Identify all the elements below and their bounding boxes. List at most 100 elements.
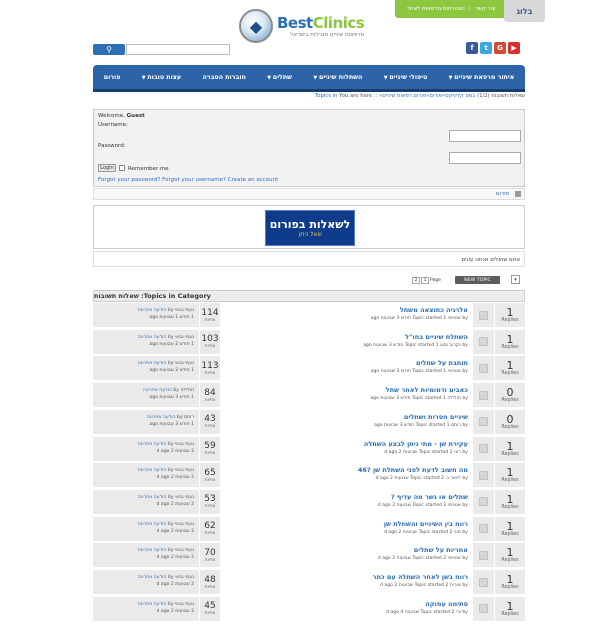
nav-item[interactable]: עצות טובות ▼ bbox=[142, 74, 181, 81]
last-post-author[interactable]: נעמי גבאי bbox=[175, 575, 194, 580]
topic-author[interactable]: אנונימי bbox=[448, 556, 461, 561]
replies-label: Replies bbox=[501, 344, 519, 350]
create-account-link[interactable]: Create an account bbox=[228, 177, 279, 183]
last-post-link[interactable]: הודעה אחרונה bbox=[138, 602, 167, 607]
topic-author[interactable]: נקרוב נסע bbox=[440, 343, 461, 348]
forums-link[interactable]: פורום bbox=[496, 191, 509, 197]
topic-status-cell bbox=[472, 570, 494, 594]
topic-meta: by אנונימי Topic started 1 חודש 3 שבועות… bbox=[370, 369, 468, 375]
last-post-link[interactable]: הודעה אחרונה bbox=[138, 548, 167, 553]
views-label: צפיות bbox=[204, 370, 216, 376]
facebook-icon[interactable]: f bbox=[466, 42, 478, 54]
topic-author[interactable]: אנונימי bbox=[448, 316, 461, 321]
topic-author[interactable]: רוני bbox=[454, 450, 461, 455]
views-cell: 53 צפיות bbox=[199, 489, 220, 514]
nav-item[interactable]: השתלות שיניים ▼ bbox=[313, 74, 362, 81]
topic-title-link[interactable]: שתלים או גשר מה עדיף ? bbox=[224, 493, 468, 502]
search-input[interactable] bbox=[126, 44, 230, 55]
last-post-author[interactable]: רותם bbox=[184, 415, 194, 420]
topic-title-link[interactable]: אחריות על שתלים bbox=[224, 546, 468, 555]
last-post-link[interactable]: הודעה אחרונה bbox=[138, 442, 167, 447]
last-post-author[interactable]: נעמי גבאי bbox=[175, 548, 194, 553]
nav-item[interactable]: פורום bbox=[104, 74, 121, 81]
last-post-link[interactable]: הודעה אחרונה bbox=[138, 468, 167, 473]
topic-cell: רווח בין השיניים והשתלת שן by מור Topic s… bbox=[220, 516, 472, 541]
nav-item-label: עצות טובות bbox=[147, 73, 182, 81]
nav-item[interactable]: איתור מרפאת שיניים ▼ bbox=[449, 74, 515, 81]
topic-title-link[interactable]: סתימה עמוקה bbox=[224, 600, 468, 609]
password-input[interactable] bbox=[449, 152, 521, 164]
nav-item[interactable]: טיפולי שיניים ▼ bbox=[384, 74, 427, 81]
last-post-author[interactable]: נעמי גבאי bbox=[175, 495, 194, 500]
last-post-author[interactable]: נעמי גבאי bbox=[175, 468, 194, 473]
topic-author[interactable]: צ'י bbox=[456, 610, 461, 615]
last-post-author[interactable]: נעמי גבאי bbox=[175, 361, 194, 366]
google-icon[interactable]: G bbox=[494, 42, 506, 54]
page-2-link[interactable]: 2 bbox=[412, 277, 420, 284]
topic-author[interactable]: ליאור נ. bbox=[446, 476, 461, 481]
contact-link[interactable]: צור קשר bbox=[475, 6, 496, 12]
topic-title-link[interactable]: תותבת על שתלים bbox=[224, 359, 468, 368]
remember-checkbox[interactable] bbox=[119, 165, 125, 171]
last-post-link[interactable]: הודעה אחרונה bbox=[138, 495, 167, 500]
logo-name: BestClinics bbox=[277, 14, 365, 32]
topic-author[interactable]: אנונימי bbox=[448, 503, 461, 508]
topic-status-cell bbox=[472, 463, 494, 488]
topic-author[interactable]: מור bbox=[454, 530, 461, 535]
forgot-password-link[interactable]: Forgot your password? bbox=[98, 177, 160, 183]
username-label: Username: bbox=[98, 122, 128, 128]
topic-title-link[interactable]: רווח בשן לאחר השתלה עם כתר bbox=[224, 573, 468, 582]
views-label: צפיות bbox=[204, 557, 216, 563]
join-clinics-link[interactable]: הצטרפות מרפאות לאתר bbox=[407, 6, 465, 12]
search-button[interactable]: ⚲ bbox=[93, 44, 125, 55]
expand-toggle[interactable]: ▾ bbox=[511, 275, 520, 284]
topic-row: נעמי גבאי by הודעה אחרונה 2 שבועות 2 d ag… bbox=[93, 516, 525, 542]
topic-title-link[interactable]: שיניים חסרות ושתלים bbox=[224, 413, 468, 422]
site-logo[interactable]: ◆ BestClinics מרפאות שיניים מובילות בישר… bbox=[239, 5, 383, 47]
topic-title-link[interactable]: השתלת שיניים בחו"ל bbox=[224, 333, 468, 342]
forum-banner[interactable]: לשאלות בפורום שאל ניתן bbox=[265, 210, 355, 246]
username-input[interactable] bbox=[449, 130, 521, 142]
topic-title-link[interactable]: כאבים ודמומיות לאחר שתל bbox=[224, 386, 468, 395]
last-post-link[interactable]: הודעה אחרונה bbox=[138, 361, 167, 366]
replies-count: 0 bbox=[506, 412, 514, 426]
last-post-link[interactable]: הודעה אחרונה bbox=[138, 522, 167, 527]
views-count: 59 bbox=[204, 441, 216, 451]
topic-meta: by חולילה Topic started 1 חודש 3 שבועות … bbox=[370, 396, 468, 402]
topic-title-link[interactable]: מה חשוב לדעת לפני השתלת שן ?46 bbox=[224, 466, 468, 475]
last-post-author[interactable]: נעמי גבאי bbox=[175, 522, 194, 527]
last-post-author[interactable]: נעמי גבאי bbox=[175, 442, 194, 447]
twitter-icon[interactable]: t bbox=[480, 42, 492, 54]
page-1-link[interactable]: 1 bbox=[421, 277, 429, 284]
forgot-username-link[interactable]: Forgot your username? bbox=[162, 177, 226, 183]
youtube-icon[interactable]: ▶ bbox=[508, 42, 520, 54]
search-icon: ⚲ bbox=[106, 45, 112, 54]
topic-title-link[interactable]: רווח בין השיניים והשתלת שן bbox=[224, 520, 468, 529]
topic-title-link[interactable]: אלרגיה כתוצאה משתל bbox=[224, 306, 468, 315]
last-post-link[interactable]: הודעה אחרונה bbox=[143, 388, 172, 393]
topic-author[interactable]: אורית bbox=[450, 583, 461, 588]
last-post-author[interactable]: נעמי גבאי bbox=[175, 602, 194, 607]
last-post-link[interactable]: הודעה אחרונה bbox=[138, 308, 167, 313]
last-post-author[interactable]: נעמי גבאי bbox=[175, 308, 194, 313]
last-post-link[interactable]: הודעה אחרונה bbox=[138, 335, 167, 340]
topic-author[interactable]: רותם bbox=[451, 423, 461, 428]
last-post-author[interactable]: נעמי גבאי bbox=[175, 335, 194, 340]
last-post-link[interactable]: הודעה אחרונה bbox=[147, 415, 176, 420]
topic-title-link[interactable]: עקירת שן - מתי ניתן לבצע השתלה bbox=[224, 440, 468, 449]
topic-meta: by רותם Topic started 1 חודש 3 שבועות ag… bbox=[373, 422, 468, 428]
last-post-author[interactable]: חולילה bbox=[180, 388, 194, 393]
views-count: 45 bbox=[204, 601, 216, 612]
new-topic-button[interactable]: NEW TOPIC bbox=[455, 276, 500, 284]
replies-cell: 1 Replies bbox=[494, 463, 525, 488]
topic-author[interactable]: אנונימי bbox=[448, 369, 461, 374]
last-post-link[interactable]: הודעה אחרונה bbox=[138, 575, 167, 580]
nav-item[interactable]: שתלים ▼ bbox=[267, 74, 292, 81]
login-button[interactable]: Login bbox=[98, 164, 116, 172]
views-count: 62 bbox=[204, 521, 216, 532]
nav-item[interactable]: חוברות הסברה bbox=[202, 74, 245, 81]
blog-button[interactable]: בלוג bbox=[504, 0, 545, 22]
topic-cell: אחריות על שתלים by אנונימי Topic started … bbox=[220, 543, 472, 568]
forums-row: פורום bbox=[93, 188, 525, 200]
topic-author[interactable]: חולילה bbox=[447, 396, 461, 401]
